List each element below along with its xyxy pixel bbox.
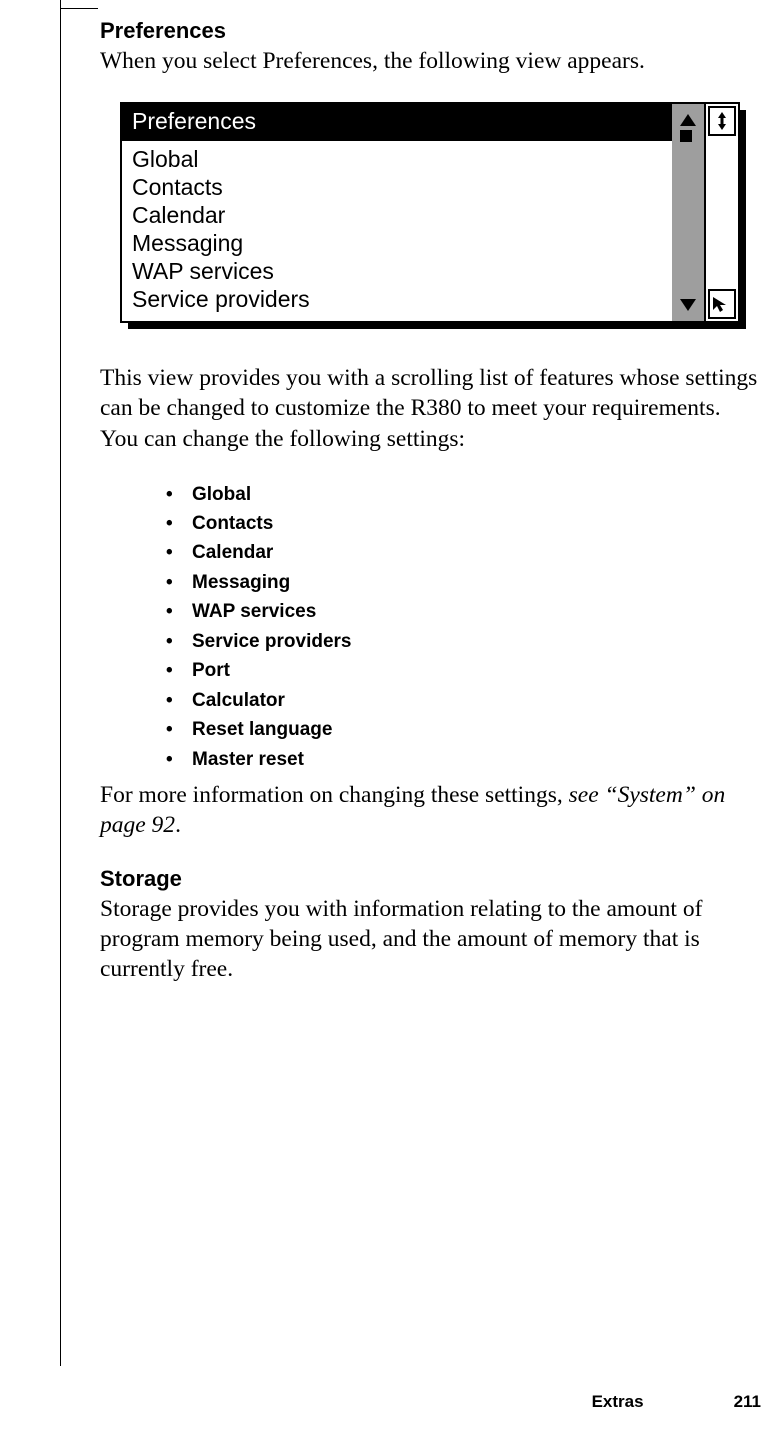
footer-section: Extras [592, 1392, 644, 1411]
footer-page-number: 211 [734, 1392, 761, 1411]
bullet-item: Contacts [166, 509, 761, 538]
list-item[interactable]: Service providers [132, 285, 662, 313]
page-margin-rule [60, 0, 61, 1366]
bullet-item: Port [166, 656, 761, 685]
device-main: Preferences Global Contacts Calendar Mes… [122, 104, 672, 321]
bullet-item: Service providers [166, 627, 761, 656]
device-scrollbar[interactable] [672, 104, 704, 321]
chevron-down-icon[interactable] [680, 299, 696, 311]
scroll-thumb-icon[interactable] [680, 130, 692, 142]
page-content: Preferences When you select Preferences,… [100, 18, 761, 1010]
list-item[interactable]: Global [132, 145, 662, 173]
chevron-up-icon[interactable] [680, 114, 696, 126]
storage-body: Storage provides you with information re… [100, 894, 761, 984]
bullet-item: Reset language [166, 715, 761, 744]
scroll-top-group [680, 112, 696, 142]
cursor-arrow-icon [711, 295, 733, 313]
device-menu-list: Global Contacts Calendar Messaging WAP s… [122, 141, 672, 321]
heading-storage: Storage [100, 866, 761, 892]
more-info-post: . [175, 812, 181, 838]
side-button-top[interactable] [708, 106, 736, 136]
side-button-bottom[interactable] [708, 289, 736, 319]
bullet-item: Messaging [166, 568, 761, 597]
device-titlebar: Preferences [122, 104, 672, 141]
bullet-item: WAP services [166, 597, 761, 626]
bullet-item: Calendar [166, 538, 761, 567]
bullet-item: Calculator [166, 686, 761, 715]
device-frame: Preferences Global Contacts Calendar Mes… [120, 102, 740, 323]
device-screenshot: Preferences Global Contacts Calendar Mes… [120, 102, 740, 323]
page-footer: Extras 211 [592, 1392, 761, 1412]
heading-preferences: Preferences [100, 18, 761, 44]
list-item[interactable]: WAP services [132, 257, 662, 285]
bullet-item: Global [166, 480, 761, 509]
list-item[interactable]: Contacts [132, 173, 662, 201]
settings-bullet-list: Global Contacts Calendar Messaging WAP s… [166, 480, 761, 774]
more-info-pre: For more information on changing these s… [100, 782, 569, 808]
paragraph-scrolling-list: This view provides you with a scrolling … [100, 363, 761, 453]
updown-arrow-icon [712, 111, 732, 131]
device-side-buttons [704, 104, 738, 321]
paragraph-more-info: For more information on changing these s… [100, 780, 761, 840]
list-item[interactable]: Messaging [132, 229, 662, 257]
list-item[interactable]: Calendar [132, 201, 662, 229]
intro-text: When you select Preferences, the followi… [100, 46, 761, 76]
bullet-item: Master reset [166, 745, 761, 774]
